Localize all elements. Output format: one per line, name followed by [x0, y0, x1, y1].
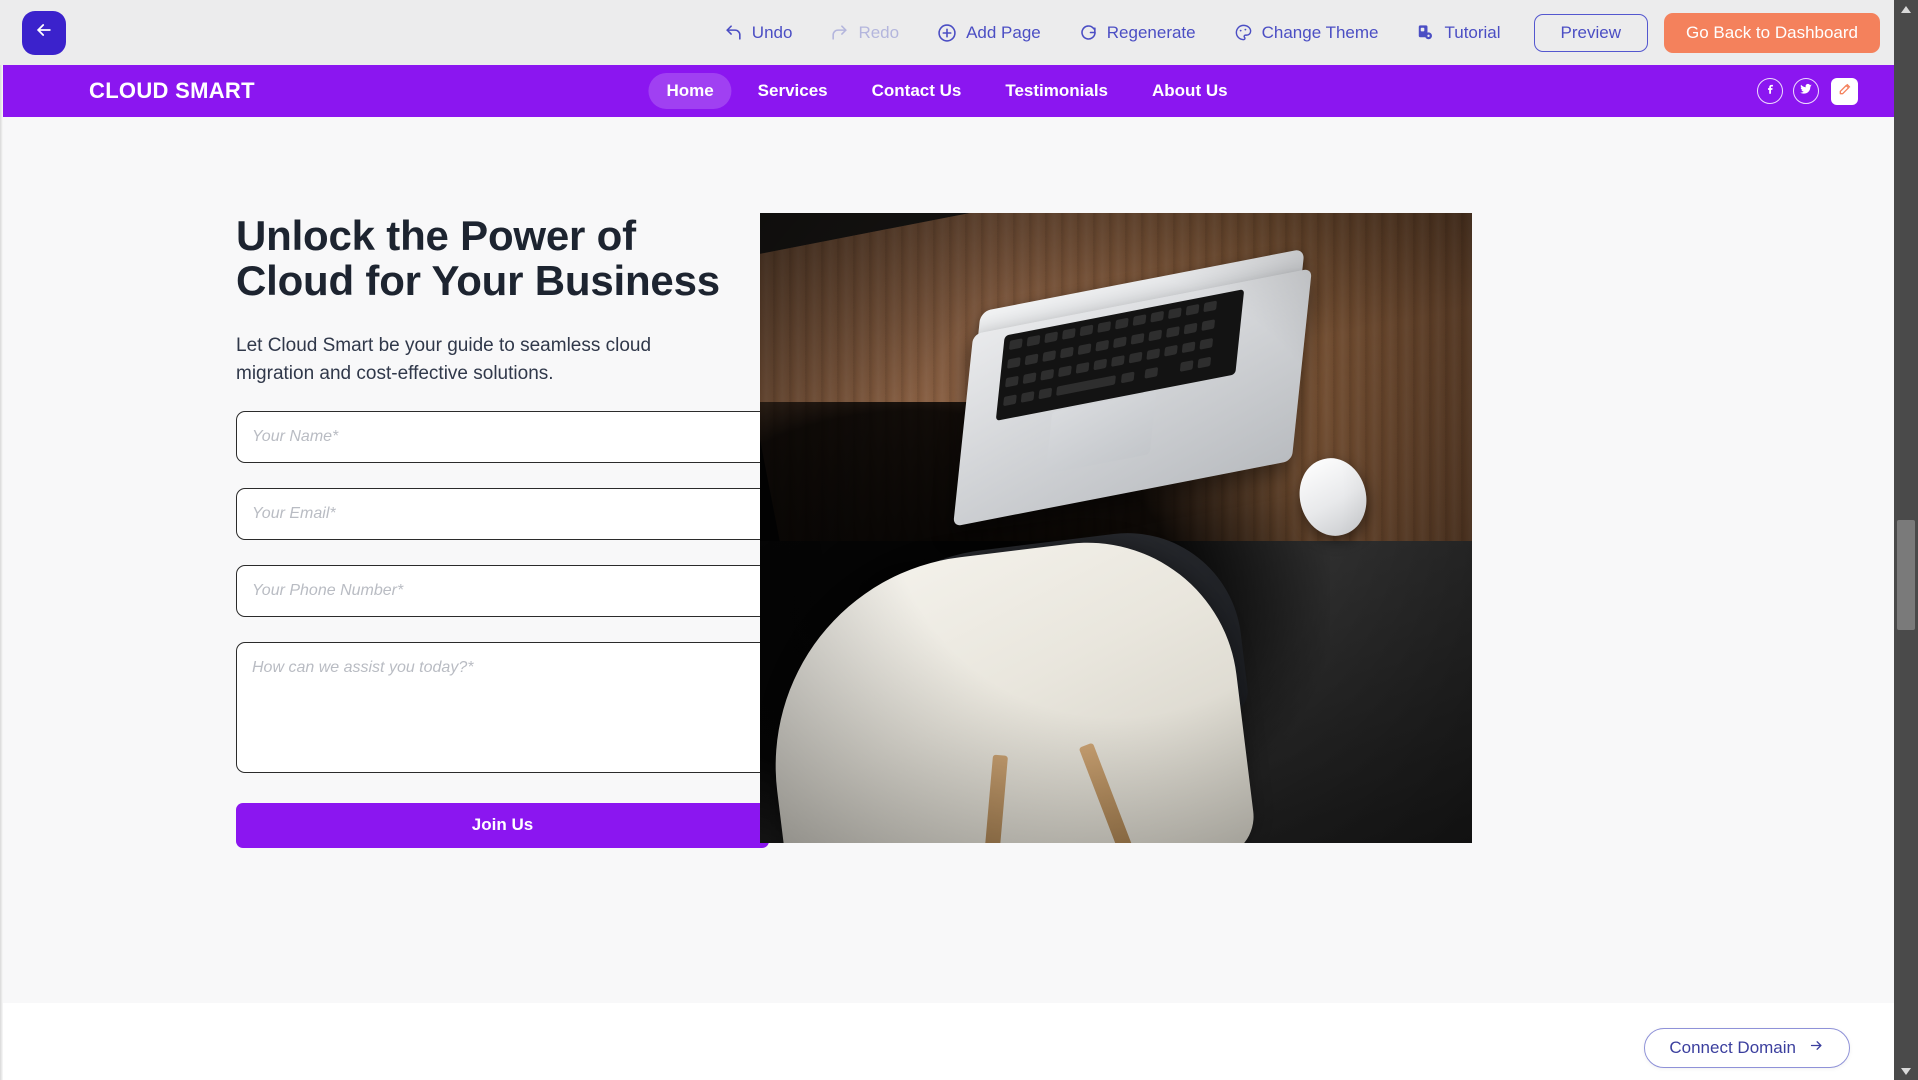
email-input[interactable]: [236, 487, 769, 540]
builder-toolbar: Undo Redo Add Page Regenerate Change The…: [0, 0, 1894, 65]
canvas-left-edge: [0, 65, 3, 1080]
hero-title: Unlock the Power of Cloud for Your Busin…: [236, 212, 720, 305]
vignette: [760, 213, 1472, 843]
facebook-link[interactable]: [1757, 78, 1783, 104]
undo-icon: [724, 23, 743, 42]
plus-circle-icon: [937, 23, 957, 43]
hero-subtitle: Let Cloud Smart be your guide to seamles…: [236, 334, 652, 385]
contact-form: Join Us: [236, 401, 797, 848]
hero-content: Unlock the Power of Cloud for Your Busin…: [0, 212, 797, 848]
change-theme-button[interactable]: Change Theme: [1215, 23, 1398, 43]
redo-button[interactable]: Redo: [811, 23, 918, 43]
hero-image: [760, 213, 1472, 843]
nav-item-home[interactable]: Home: [648, 73, 732, 109]
connect-domain-label: Connect Domain: [1669, 1038, 1796, 1057]
facebook-icon: [1764, 82, 1777, 100]
arrow-right-icon: [1808, 1038, 1825, 1058]
name-input[interactable]: [236, 410, 769, 463]
site-social-links: [1757, 77, 1858, 105]
hero-image-wrap: [760, 213, 1472, 848]
preview-label: Preview: [1560, 22, 1622, 42]
join-us-label: Join Us: [471, 815, 534, 835]
regenerate-button[interactable]: Regenerate: [1060, 23, 1215, 43]
nav-item-testimonials[interactable]: Testimonials: [987, 73, 1126, 109]
change-theme-label: Change Theme: [1261, 22, 1379, 42]
site-logo[interactable]: CLOUD SMART: [89, 78, 255, 104]
message-textarea[interactable]: [236, 641, 769, 773]
palette-icon: [1234, 23, 1253, 42]
refresh-icon: [1079, 23, 1098, 42]
preview-button[interactable]: Preview: [1533, 13, 1649, 52]
scrollbar-thumb[interactable]: [1897, 520, 1915, 630]
page-scrollbar[interactable]: [1894, 0, 1918, 1080]
regenerate-label: Regenerate: [1106, 22, 1196, 42]
back-arrow-icon: [34, 20, 54, 45]
twitter-icon: [1799, 82, 1813, 101]
twitter-link[interactable]: [1793, 78, 1819, 104]
go-back-to-dashboard-button[interactable]: Go Back to Dashboard: [1664, 12, 1880, 53]
join-us-button[interactable]: Join Us: [236, 802, 769, 848]
tutorial-label: Tutorial: [1444, 22, 1501, 42]
site-navbar: CLOUD SMART Home Services Contact Us Tes…: [0, 65, 1894, 117]
nav-item-about-us[interactable]: About Us: [1134, 73, 1246, 109]
tutorial-icon: [1416, 23, 1435, 42]
hero-section: Unlock the Power of Cloud for Your Busin…: [0, 117, 1894, 848]
toolbar-actions: Undo Redo Add Page Regenerate Change The…: [705, 12, 1880, 53]
back-button[interactable]: [22, 10, 66, 55]
site-preview-canvas: CLOUD SMART Home Services Contact Us Tes…: [0, 65, 1894, 1080]
edit-site-button[interactable]: [1831, 77, 1858, 105]
scroll-up-arrow-icon[interactable]: [1894, 0, 1918, 18]
connect-domain-button[interactable]: Connect Domain: [1644, 1028, 1850, 1068]
redo-icon: [830, 23, 849, 42]
connect-domain-wrap: Connect Domain: [1644, 1028, 1850, 1068]
undo-label: Undo: [751, 22, 793, 42]
phone-input[interactable]: [236, 564, 769, 617]
site-page: CLOUD SMART Home Services Contact Us Tes…: [0, 65, 1894, 1003]
undo-button[interactable]: Undo: [705, 23, 812, 43]
add-page-button[interactable]: Add Page: [918, 23, 1060, 43]
nav-item-services[interactable]: Services: [740, 73, 846, 109]
nav-item-contact-us[interactable]: Contact Us: [854, 73, 980, 109]
tutorial-button[interactable]: Tutorial: [1397, 23, 1519, 43]
site-nav-links: Home Services Contact Us Testimonials Ab…: [648, 73, 1245, 109]
edit-pencil-icon: [1837, 81, 1853, 102]
scroll-down-arrow-icon[interactable]: [1894, 1062, 1918, 1080]
add-page-label: Add Page: [966, 22, 1041, 42]
dashboard-label: Go Back to Dashboard: [1686, 22, 1858, 42]
redo-label: Redo: [858, 22, 900, 42]
